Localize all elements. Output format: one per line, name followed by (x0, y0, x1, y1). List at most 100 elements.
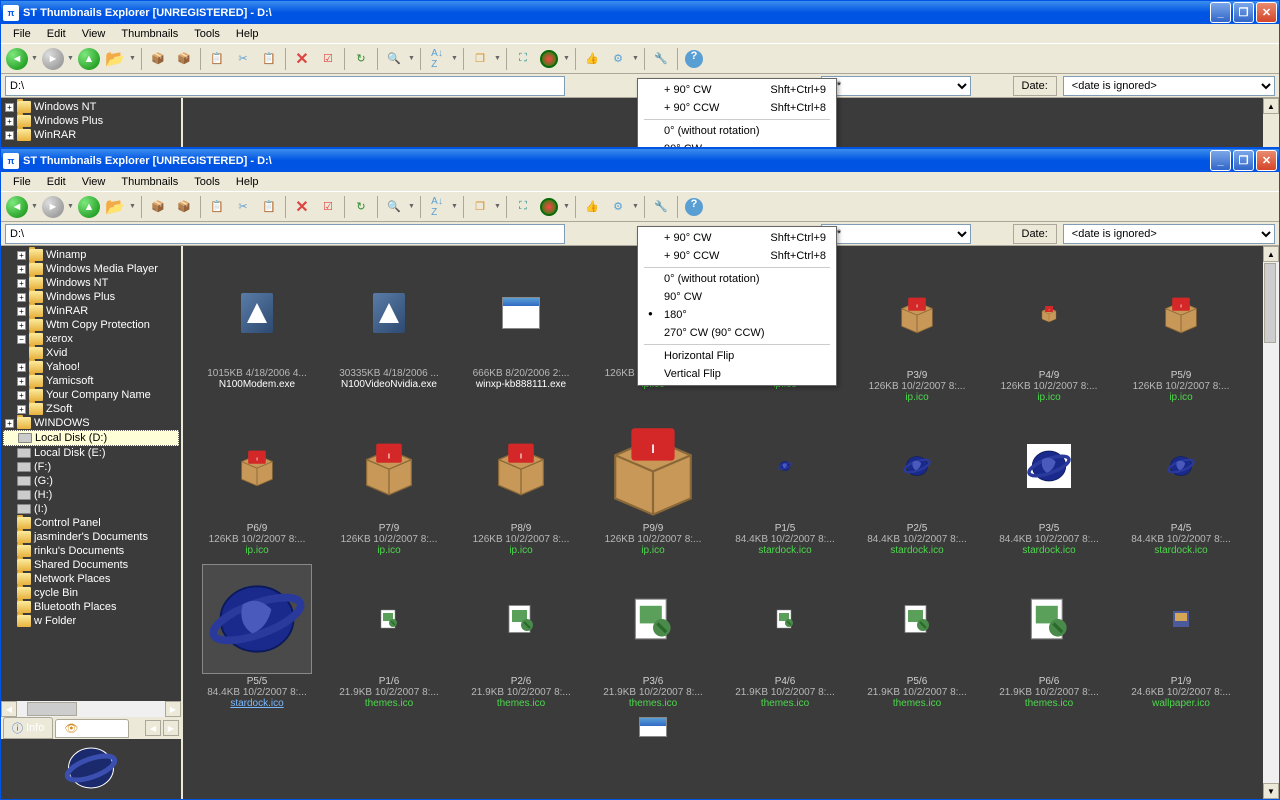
thumbnail[interactable]: P4/621.9KB 10/2/2007 8:...themes.ico (719, 560, 851, 713)
dropdown-arrow[interactable]: ▼ (563, 55, 571, 62)
thumbnail[interactable]: P1/584.4KB 10/2/2007 8:...stardock.ico (719, 407, 851, 560)
dd-180[interactable]: 180° (640, 306, 834, 324)
fit-button[interactable]: ⛶ (511, 195, 535, 219)
vscroll[interactable]: ▲ ▼ (1263, 246, 1279, 799)
maximize-button[interactable]: ❐ (1233, 150, 1254, 171)
thumb-button[interactable]: 👍 (580, 47, 604, 71)
layers-button[interactable]: ❐ (468, 195, 492, 219)
close-button[interactable]: ✕ (1256, 150, 1277, 171)
folder-tree[interactable]: +Winamp+Windows Media Player+Windows NT+… (1, 246, 181, 701)
rotation-dropdown[interactable]: + 90° CWShft+Ctrl+9 + 90° CCWShft+Ctrl+8… (637, 226, 837, 386)
menu-tools[interactable]: Tools (186, 174, 228, 190)
gear-button[interactable]: ⚙ (606, 47, 630, 71)
dd-270[interactable]: 270° CW (90° CCW) (640, 324, 834, 342)
tree-item[interactable]: +Windows Media Player (3, 262, 179, 276)
tree-top[interactable]: +Windows NT+Windows Plus+WinRAR (1, 98, 181, 147)
tree-item[interactable]: cycle Bin (3, 586, 179, 600)
back-button[interactable]: ◄ (5, 195, 29, 219)
scroll-track[interactable] (17, 701, 165, 717)
thumbnail[interactable]: P2/584.4KB 10/2/2007 8:...stardock.ico (851, 407, 983, 560)
scroll-thumb[interactable] (27, 702, 77, 716)
expand-icon[interactable]: + (17, 405, 26, 414)
menu-file[interactable]: File (5, 174, 39, 190)
delete-button[interactable]: ✕ (290, 195, 314, 219)
thumbnail[interactable]: IP7/9126KB 10/2/2007 8:...ip.ico (323, 407, 455, 560)
expand-icon[interactable]: + (17, 363, 26, 372)
rotate-button[interactable] (537, 195, 561, 219)
menu-help[interactable]: Help (228, 26, 267, 42)
expand-icon[interactable]: + (17, 279, 26, 288)
dd-cw-90[interactable]: + 90° CWShft+Ctrl+9 (640, 229, 834, 247)
thumbnail[interactable]: P1/621.9KB 10/2/2007 8:...themes.ico (323, 560, 455, 713)
dropdown-arrow[interactable]: ▼ (632, 55, 640, 62)
menu-view[interactable]: View (74, 26, 114, 42)
fit-button[interactable]: ⛶ (511, 47, 535, 71)
tree-item[interactable]: +Your Company Name (3, 388, 179, 402)
copy-button[interactable]: 📋 (205, 195, 229, 219)
new-button[interactable]: 📦 (146, 195, 170, 219)
thumbnail[interactable]: IP6/9126KB 10/2/2007 8:...ip.ico (191, 407, 323, 560)
date-button[interactable]: Date: (1013, 76, 1057, 96)
tools-button[interactable]: 🔧 (649, 47, 673, 71)
tree-item[interactable]: +Windows Plus (3, 290, 179, 304)
copy-button[interactable]: 📋 (205, 47, 229, 71)
thumbnail[interactable]: 30335KB 4/18/2006 ...N100VideoNvidia.exe (323, 254, 455, 407)
titlebar[interactable]: π ST Thumbnails Explorer [UNREGISTERED] … (1, 1, 1279, 24)
expand-icon[interactable]: + (17, 251, 26, 260)
back-button[interactable]: ◄ (5, 47, 29, 71)
dropdown-arrow[interactable]: ▼ (451, 55, 459, 62)
address-input[interactable] (5, 76, 565, 96)
new-button[interactable]: 📦 (146, 47, 170, 71)
tree-hscroll[interactable]: ◀ ▶ (1, 701, 181, 717)
thumbnail[interactable]: IP8/9126KB 10/2/2007 8:...ip.ico (455, 407, 587, 560)
tree-item[interactable]: +WinRAR (3, 304, 179, 318)
tree-item[interactable]: (F:) (3, 460, 179, 474)
tree-item[interactable]: (H:) (3, 488, 179, 502)
tree-item[interactable]: +ZSoft (3, 402, 179, 416)
dropdown-arrow[interactable]: ▼ (632, 203, 640, 210)
dd-item[interactable]: + 90° CCWShft+Ctrl+8 (640, 99, 834, 117)
scroll-thumb[interactable] (1264, 263, 1276, 343)
menu-help[interactable]: Help (228, 174, 267, 190)
menu-edit[interactable]: Edit (39, 174, 74, 190)
zoom-button[interactable]: 🔍 (382, 195, 406, 219)
menu-view[interactable]: View (74, 174, 114, 190)
expand-icon[interactable]: + (17, 391, 26, 400)
date-input[interactable]: <date is ignored> (1063, 224, 1275, 244)
tools-button[interactable]: 🔧 (649, 195, 673, 219)
dropdown-arrow[interactable]: ▼ (408, 55, 416, 62)
expand-icon[interactable]: + (17, 377, 26, 386)
dropdown-arrow[interactable]: ▼ (129, 203, 137, 210)
dd-item[interactable]: 0° (without rotation) (640, 122, 834, 140)
thumbnail[interactable]: P2/621.9KB 10/2/2007 8:...themes.ico (455, 560, 587, 713)
rotation-dropdown-top[interactable]: + 90° CWShft+Ctrl+9 + 90° CCWShft+Ctrl+8… (637, 78, 837, 148)
thumbnail[interactable] (587, 713, 719, 741)
thumbnail[interactable]: P4/584.4KB 10/2/2007 8:...stardock.ico (1115, 407, 1247, 560)
thumbnail[interactable]: P3/584.4KB 10/2/2007 8:...stardock.ico (983, 407, 1115, 560)
sort-button[interactable]: A↓Z (425, 195, 449, 219)
thumbnail[interactable]: IP5/9126KB 10/2/2007 8:...ip.ico (1115, 254, 1247, 407)
tree-item[interactable]: +WINDOWS (3, 416, 179, 430)
expand-icon[interactable]: + (5, 103, 14, 112)
dropdown-arrow[interactable]: ▼ (31, 55, 39, 62)
dd-ccw-90[interactable]: + 90° CCWShft+Ctrl+8 (640, 247, 834, 265)
thumbnail[interactable]: P5/584.4KB 10/2/2007 8:...stardock.ico (191, 560, 323, 713)
tree-item[interactable]: +Windows NT (3, 276, 179, 290)
tree-item[interactable]: Control Panel (3, 516, 179, 530)
menu-thumbnails[interactable]: Thumbnails (113, 26, 186, 42)
dropdown-arrow[interactable]: ▼ (451, 203, 459, 210)
tab-info[interactable]: ⓘInfo (3, 717, 53, 739)
tab-preview[interactable]: 👁Preview (55, 719, 129, 738)
help-button[interactable]: ? (682, 195, 706, 219)
thumbnail[interactable]: P6/621.9KB 10/2/2007 8:...themes.ico (983, 560, 1115, 713)
thumbnail[interactable]: IP9/9126KB 10/2/2007 8:...ip.ico (587, 407, 719, 560)
tree-item[interactable]: +Windows Plus (3, 114, 179, 128)
up-button[interactable]: ▲ (77, 195, 101, 219)
sort-button[interactable]: A↓Z (425, 47, 449, 71)
tree-item[interactable]: Shared Documents (3, 558, 179, 572)
close-button[interactable]: ✕ (1256, 2, 1277, 23)
tab-scroll-left[interactable]: ◀ (145, 720, 161, 736)
tree-item[interactable]: +Wtm Copy Protection (3, 318, 179, 332)
dropdown-arrow[interactable]: ▼ (67, 55, 75, 62)
refresh-button[interactable]: ↻ (349, 195, 373, 219)
